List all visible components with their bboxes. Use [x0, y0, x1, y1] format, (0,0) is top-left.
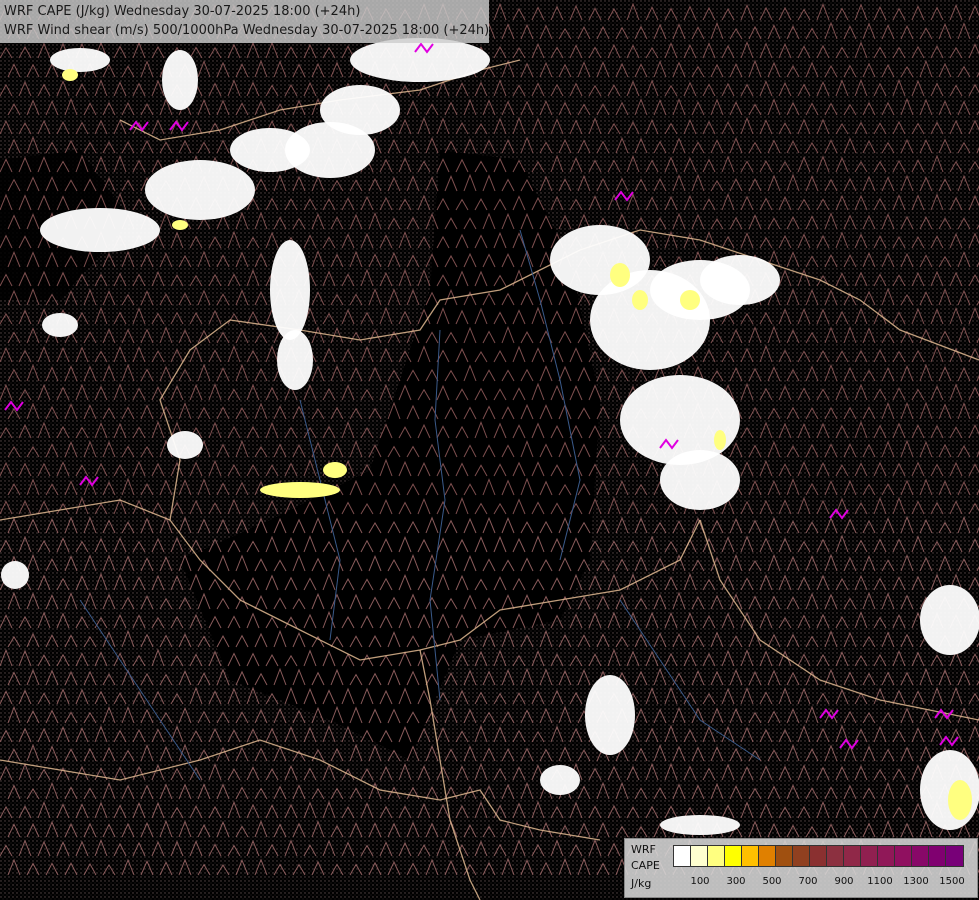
cape-area: [585, 675, 635, 755]
legend-tick-label: 500: [762, 876, 782, 887]
legend-label-unit: J/kg: [631, 877, 652, 890]
cape-area-high: [632, 290, 648, 310]
legend-tick-label: 300: [726, 876, 746, 887]
legend-ticks: 100 300 500 700 900 1100 1300 1500: [673, 876, 973, 890]
cape-area-high: [172, 220, 188, 230]
legend-swatch: [844, 846, 861, 866]
cape-area: [920, 585, 979, 655]
cape-area: [660, 450, 740, 510]
cape-area: [162, 50, 198, 110]
title-wind-shear: WRF Wind shear (m/s) 500/1000hPa Wednesd…: [4, 23, 490, 38]
cape-area: [620, 375, 740, 465]
legend-tick-label: 100: [690, 876, 710, 887]
cape-area-high: [948, 780, 972, 820]
legend-swatch: [674, 846, 691, 866]
legend-swatch: [776, 846, 793, 866]
cape-area: [145, 160, 255, 220]
legend-swatch: [929, 846, 946, 866]
cape-area: [540, 765, 580, 795]
legend-swatch: [861, 846, 878, 866]
legend-swatch: [827, 846, 844, 866]
legend-tick-label: 1500: [939, 876, 965, 887]
legend-color-scale: [673, 845, 964, 867]
cape-area-high: [260, 482, 340, 498]
map-title: WRF CAPE (J/kg) Wednesday 30-07-2025 18:…: [0, 0, 489, 43]
legend-swatch: [912, 846, 929, 866]
cape-area: [660, 815, 740, 835]
cape-area: [167, 431, 203, 459]
legend-swatch: [946, 846, 963, 866]
cape-area: [270, 240, 310, 340]
legend-swatch: [810, 846, 827, 866]
legend-label-cape: CAPE: [631, 859, 660, 872]
cape-area-high: [62, 69, 78, 81]
legend-label-model: WRF: [631, 843, 656, 856]
cape-area-high: [610, 263, 630, 287]
map-canvas: WRF CAPE (J/kg) Wednesday 30-07-2025 18:…: [0, 0, 979, 900]
cape-area: [277, 330, 313, 390]
legend-swatch: [742, 846, 759, 866]
legend-swatch: [725, 846, 742, 866]
legend-swatch: [708, 846, 725, 866]
legend-swatch: [691, 846, 708, 866]
legend-tick-label: 1100: [867, 876, 893, 887]
cape-area: [320, 85, 400, 135]
cape-area: [40, 208, 160, 252]
legend-tick-label: 900: [834, 876, 854, 887]
legend-tick-label: 1300: [903, 876, 929, 887]
cape-area: [50, 48, 110, 72]
map-layer: [0, 0, 979, 900]
cape-area-high: [323, 462, 347, 478]
cape-area: [1, 561, 29, 589]
cape-legend: WRF CAPE J/kg 100 300 500 700 900 1100 1300 150…: [624, 838, 978, 898]
legend-swatch: [759, 846, 776, 866]
legend-tick-label: 700: [798, 876, 818, 887]
cape-area: [42, 313, 78, 337]
legend-swatch: [878, 846, 895, 866]
legend-swatch: [895, 846, 912, 866]
cape-area-high: [680, 290, 700, 310]
legend-swatch: [793, 846, 810, 866]
cape-area-high: [714, 430, 726, 450]
title-cape: WRF CAPE (J/kg) Wednesday 30-07-2025 18:…: [4, 4, 361, 19]
cape-area: [700, 255, 780, 305]
